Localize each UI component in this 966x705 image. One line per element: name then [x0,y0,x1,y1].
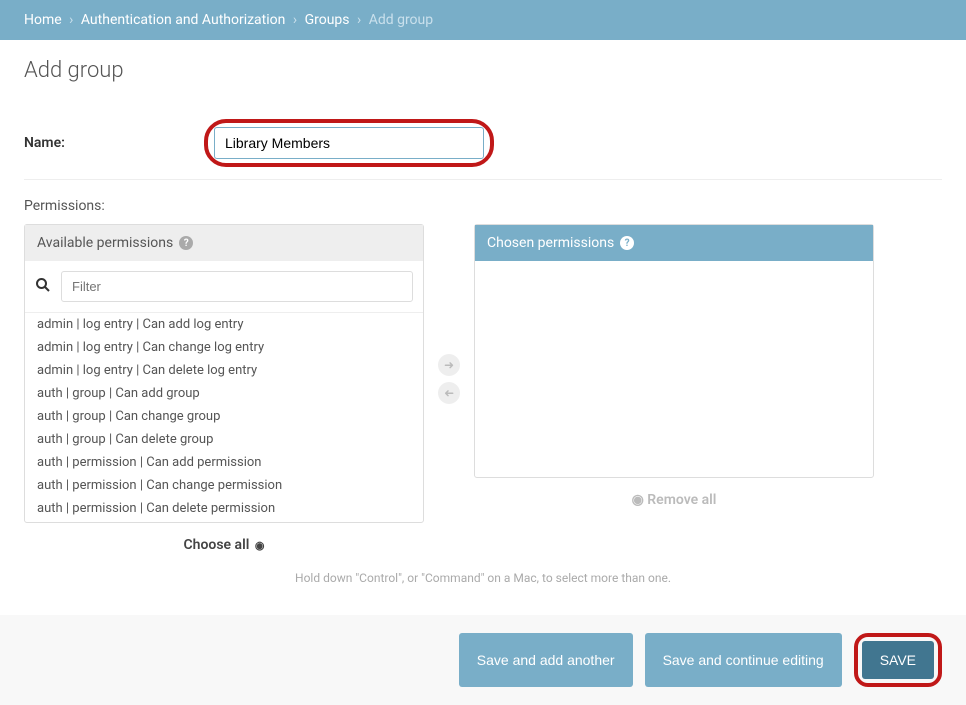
permission-item[interactable]: auth | group | Can add group [25,382,423,405]
permission-item[interactable]: auth | permission | Can change permissio… [25,474,423,497]
name-highlight-annotation [204,119,494,167]
permissions-filter-input[interactable] [61,271,413,302]
submit-row: Save and add another Save and continue e… [0,615,966,705]
move-right-button[interactable]: ➜ [438,354,460,376]
chosen-permissions-title: Chosen permissions [487,235,614,251]
arrow-left-icon: ➜ [444,386,454,400]
breadcrumb-separator: › [293,12,297,28]
available-permissions-panel: Available permissions ? admin | log entr… [24,224,424,523]
arrow-right-icon: ➜ [444,358,454,372]
breadcrumb-current: Add group [369,12,433,28]
permission-item[interactable]: auth | group | Can delete group [25,428,423,451]
available-permissions-list[interactable]: admin | log entry | Can add log entryadm… [25,312,423,522]
chevron-circle-left-icon: ◉ [632,492,644,508]
permission-item[interactable]: admin | log entry | Can change log entry [25,336,423,359]
save-add-another-button[interactable]: Save and add another [459,633,633,687]
save-button[interactable]: SAVE [862,641,934,679]
permission-item[interactable]: admin | log entry | Can add log entry [25,313,423,336]
permission-item[interactable]: auth | permission | Can delete permissio… [25,497,423,520]
breadcrumb-separator: › [357,12,361,28]
breadcrumb-auth[interactable]: Authentication and Authorization [81,12,286,28]
available-permissions-title: Available permissions [37,235,173,251]
save-highlight-annotation: SAVE [854,633,942,687]
chosen-permissions-panel: Chosen permissions ? [474,224,874,478]
save-continue-button[interactable]: Save and continue editing [645,633,842,687]
permissions-help-text: Hold down "Control", or "Command" on a M… [24,571,942,585]
search-icon [35,277,51,297]
name-input[interactable] [214,127,484,159]
permission-item[interactable]: auth | permission | Can add permission [25,451,423,474]
breadcrumb: Home › Authentication and Authorization … [0,0,966,40]
permission-item[interactable]: admin | log entry | Can delete log entry [25,359,423,382]
breadcrumb-separator: › [69,12,73,28]
page-title: Add group [24,58,942,83]
choose-all-link[interactable]: Choose all ◉ [24,523,424,557]
name-label: Name: [24,135,204,151]
permission-item[interactable]: auth | user | Can add user [25,520,423,522]
permissions-label: Permissions: [24,198,942,214]
permission-item[interactable]: auth | group | Can change group [25,405,423,428]
help-icon[interactable]: ? [179,236,193,250]
chevron-circle-right-icon: ◉ [255,539,265,552]
available-permissions-header: Available permissions ? [25,225,423,261]
move-left-button[interactable]: ➜ [438,382,460,404]
chosen-permissions-list[interactable] [475,261,873,477]
remove-all-link[interactable]: ◉ Remove all [474,478,874,512]
breadcrumb-groups[interactable]: Groups [305,12,350,28]
chosen-permissions-header: Chosen permissions ? [475,225,873,261]
help-icon[interactable]: ? [620,236,634,250]
breadcrumb-home[interactable]: Home [24,12,62,28]
